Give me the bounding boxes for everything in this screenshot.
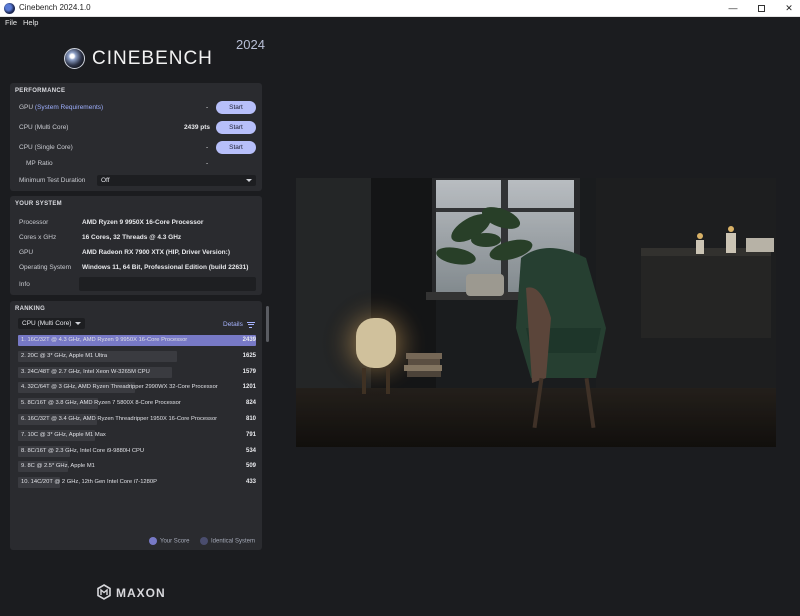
ranking-panel: RANKING CPU (Multi Core) Details 1. 16C/… [10,301,262,550]
min-duration-select[interactable]: Off [97,175,256,186]
ranking-row-label: 10. 14C/20T @ 2 GHz, 12th Gen Intel Core… [21,479,157,486]
gpu-start-button[interactable]: Start [216,101,256,114]
ranking-row-label: 5. 8C/16T @ 3.8 GHz, AMD Ryzen 7 5800X 8… [21,400,181,407]
ranking-row-label: 1. 16C/32T @ 4.3 GHz, AMD Ryzen 9 9950X … [21,337,188,343]
chevron-down-icon [246,179,252,182]
menu-bar: File Help [0,17,800,30]
cinebench-logo-icon [64,48,85,69]
cpu-multi-label: CPU (Multi Core) [19,124,69,131]
ranking-row-score: 810 [245,416,256,422]
info-field[interactable] [79,277,256,291]
gpu-label: GPU [19,249,34,256]
ranking-row-score: 2439 [242,337,256,343]
ranking-row-score: 1201 [242,384,256,391]
app-year: 2024 [236,37,265,52]
ranking-row[interactable]: 5. 8C/16T @ 3.8 GHz, AMD Ryzen 7 5800X 8… [18,398,256,410]
ranking-row-label: 8. 8C/16T @ 2.3 GHz, Intel Core i9-9880H… [21,447,145,454]
legend-identical-system: Identical System [200,537,255,545]
ranking-row-label: 3. 24C/48T @ 2.7 GHz, Intel Xeon W-3265M… [21,368,150,375]
title-bar: Cinebench 2024.1.0 — ✕ [0,0,800,17]
your-score-dot-icon [149,537,157,545]
ranking-title: RANKING [15,306,46,312]
app-name: CINEBENCH [92,48,213,69]
chevron-down-icon [75,322,81,325]
ranking-row-label: 7. 10C @ 3* GHz, Apple M1 Max [21,431,106,438]
cpu-single-start-button[interactable]: Start [216,141,256,154]
system-title: YOUR SYSTEM [15,201,62,207]
window-title: Cinebench 2024.1.0 [19,3,91,12]
ranking-row[interactable]: 4. 32C/64T @ 3 GHz, AMD Ryzen Threadripp… [18,382,256,394]
ranking-row[interactable]: 1. 16C/32T @ 4.3 GHz, AMD Ryzen 9 9950X … [18,335,256,346]
menu-file[interactable]: File [5,18,17,27]
cores-value: 16 Cores, 32 Threads @ 4.3 GHz [82,234,182,241]
legend-your-score: Your Score [149,537,189,545]
info-label: Info [19,281,30,288]
gpu-test-label: GPU (System Requirements) [19,104,104,111]
gpu-score: - [206,104,209,111]
ranking-type-select[interactable]: CPU (Multi Core) [18,318,85,329]
ranking-row-score: 1579 [242,368,256,375]
performance-title: PERFORMANCE [15,88,66,94]
maximize-button[interactable] [746,0,776,17]
ranking-row[interactable]: 6. 16C/32T @ 3.4 GHz, AMD Ryzen Threadri… [18,414,256,425]
cinebench-app-icon [4,3,15,14]
menu-help[interactable]: Help [23,18,38,27]
render-preview-image [296,178,776,447]
system-panel: YOUR SYSTEM Processor AMD Ryzen 9 9950X … [10,196,262,295]
maxon-wordmark: MAXON [116,586,166,600]
ranking-row[interactable]: 10. 14C/20T @ 2 GHz, 12th Gen Intel Core… [18,477,256,489]
system-requirements-link[interactable]: (System Requirements) [35,104,103,111]
cpu-multi-start-button[interactable]: Start [216,121,256,134]
performance-panel: PERFORMANCE GPU (System Requirements) - … [10,83,262,191]
minimize-button[interactable]: — [718,0,748,17]
identical-system-dot-icon [200,537,208,545]
ranking-row-label: 2. 20C @ 3* GHz, Apple M1 Ultra [21,352,108,359]
filter-icon [246,320,255,329]
maximize-icon [757,5,765,13]
ranking-row-score: 824 [245,400,256,407]
cpu-multi-score: 2439 pts [184,124,211,131]
ranking-row-score: 433 [245,479,256,486]
cpu-single-score: - [206,144,209,151]
ranking-row-score: 534 [245,447,256,454]
ranking-row[interactable]: 8. 8C/16T @ 2.3 GHz, Intel Core i9-9880H… [18,445,256,457]
os-label: Operating System [19,264,72,271]
ranking-row-score: 509 [245,463,256,470]
details-button[interactable]: Details [223,320,255,329]
processor-label: Processor [19,219,49,226]
processor-value: AMD Ryzen 9 9950X 16-Core Processor [82,219,204,226]
maxon-logo-icon [97,584,111,600]
mp-ratio-label: MP Ratio [26,160,53,167]
os-value: Windows 11, 64 Bit, Professional Edition… [82,264,249,271]
ranking-row[interactable]: 9. 8C @ 2.5* GHz, Apple M1 509 [18,461,256,473]
gpu-value: AMD Radeon RX 7900 XTX (HIP, Driver Vers… [82,249,230,256]
close-button[interactable]: ✕ [774,0,800,17]
ranking-row-label: 4. 32C/64T @ 3 GHz, AMD Ryzen Threadripp… [21,384,218,391]
mp-ratio-value: - [206,160,209,167]
ranking-row-label: 6. 16C/32T @ 3.4 GHz, AMD Ryzen Threadri… [21,416,218,422]
min-duration-label: Minimum Test Duration [19,177,86,184]
ranking-row-label: 9. 8C @ 2.5* GHz, Apple M1 [21,463,95,470]
cpu-single-label: CPU (Single Core) [19,144,73,151]
ranking-row[interactable]: 3. 24C/48T @ 2.7 GHz, Intel Xeon W-3265M… [18,366,256,378]
ranking-row[interactable]: 7. 10C @ 3* GHz, Apple M1 Max 791 [18,429,256,441]
ranking-row-score: 791 [245,431,256,438]
cores-label: Cores x GHz [19,234,57,241]
ranking-row-score: 1625 [242,352,256,359]
left-panel-scrollbar[interactable] [266,306,269,342]
ranking-row[interactable]: 2. 20C @ 3* GHz, Apple M1 Ultra 1625 [18,350,256,362]
